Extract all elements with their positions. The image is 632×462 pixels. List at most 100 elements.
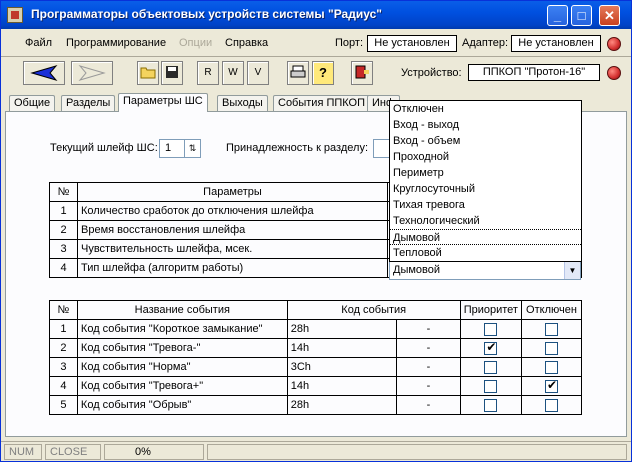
tab-loop-params[interactable]: Параметры ШС	[118, 93, 208, 112]
event-disabled-cell	[520, 319, 583, 339]
event-disabled-cell	[520, 395, 583, 415]
table-row[interactable]: 2 Код события "Тревога-" 14h -	[49, 338, 583, 358]
disabled-checkbox[interactable]	[544, 322, 558, 336]
event-num: 2	[49, 338, 78, 358]
dropdown-option[interactable]: Отключен	[390, 101, 581, 117]
window-title: Программаторы объектовых устройств систе…	[31, 7, 382, 21]
table-row[interactable]: 3 Код события "Норма" 3Ch -	[49, 357, 583, 377]
event-code[interactable]: 28h	[286, 319, 398, 339]
event-code-sep: -	[396, 338, 461, 358]
event-code[interactable]: 3Ch	[286, 357, 398, 377]
app-icon	[7, 7, 23, 23]
exit-icon[interactable]	[351, 61, 373, 85]
status-close: CLOSE	[45, 444, 101, 460]
priority-checkbox[interactable]	[484, 379, 498, 393]
params-name: Тип шлейфа (алгоритм работы)	[77, 258, 388, 278]
event-code[interactable]: 14h	[286, 376, 398, 396]
close-button[interactable]: ✕	[599, 5, 620, 26]
event-name: Код события "Тревога+"	[76, 376, 288, 396]
chevron-down-icon[interactable]: ▼	[564, 262, 580, 279]
device-led-icon	[607, 66, 621, 80]
maximize-button[interactable]: □	[571, 5, 592, 26]
status-progress: 0%	[104, 444, 204, 460]
menu-options[interactable]: Опции	[179, 37, 212, 49]
event-name: Код события "Норма"	[76, 357, 288, 377]
event-num: 3	[49, 357, 78, 377]
priority-checkbox[interactable]	[484, 398, 498, 412]
priority-checkbox[interactable]	[484, 340, 498, 355]
event-code[interactable]: 28h	[286, 395, 398, 415]
event-priority-cell	[459, 338, 522, 358]
dropdown-option[interactable]: Технологический	[390, 213, 581, 229]
verify-device-icon[interactable]: V	[247, 61, 269, 85]
event-disabled-cell	[520, 357, 583, 377]
help-icon[interactable]: ?	[312, 61, 334, 85]
disabled-checkbox[interactable]	[544, 360, 558, 374]
priority-checkbox[interactable]	[484, 322, 498, 336]
dropdown-option[interactable]: Вход - объем	[390, 133, 581, 149]
status-message	[207, 444, 627, 460]
device-value: ППКОП "Протон-16"	[468, 64, 600, 81]
dropdown-option[interactable]: Круглосуточный	[390, 181, 581, 197]
adapter-led-icon	[607, 37, 621, 51]
table-row[interactable]: 4 Код события "Тревога+" 14h -	[49, 376, 583, 396]
priority-checkbox[interactable]	[484, 360, 498, 374]
tab-outputs[interactable]: Выходы	[217, 95, 268, 112]
event-code-sep: -	[396, 376, 461, 396]
event-code-sep: -	[396, 395, 461, 415]
dropdown-option[interactable]: Вход - выход	[390, 117, 581, 133]
menu-file[interactable]: Файл	[25, 37, 52, 49]
params-name: Время восстановления шлейфа	[77, 220, 388, 240]
current-loop-spinner[interactable]: 1 ⇅	[159, 139, 201, 158]
port-label: Порт:	[335, 37, 363, 49]
open-folder-icon[interactable]	[137, 61, 159, 85]
menu-programming[interactable]: Программирование	[66, 37, 166, 49]
dropdown-option[interactable]: Периметр	[390, 165, 581, 181]
table-row[interactable]: 1 Код события "Короткое замыкание" 28h -	[49, 319, 583, 339]
disabled-checkbox[interactable]	[544, 378, 558, 393]
dropdown-option[interactable]: Тепловой	[390, 245, 581, 261]
event-name: Код события "Обрыв"	[76, 395, 288, 415]
event-disabled-cell	[520, 338, 583, 358]
adapter-label: Адаптер:	[462, 37, 509, 49]
disabled-checkbox[interactable]	[544, 341, 558, 355]
menu-help[interactable]: Справка	[225, 37, 268, 49]
status-bar: NUM CLOSE 0%	[1, 441, 631, 461]
params-num: 4	[49, 258, 78, 278]
loop-type-dropdown: Отключен Вход - выход Вход - объем Прохо…	[389, 100, 582, 262]
event-disabled-cell	[520, 376, 583, 396]
save-icon[interactable]	[161, 61, 183, 85]
event-priority-cell	[459, 376, 522, 396]
forward-button[interactable]	[71, 61, 113, 85]
event-code[interactable]: 14h	[286, 338, 398, 358]
current-loop-value: 1	[165, 142, 172, 154]
events-header-name: Название события	[76, 300, 288, 320]
event-name: Код события "Короткое замыкание"	[76, 319, 288, 339]
minimize-button[interactable]: _	[547, 5, 568, 26]
params-name: Количество сработок до отключения шлейфа	[77, 201, 388, 221]
device-label: Устройство:	[401, 67, 462, 79]
loop-type-select[interactable]: Дымовой ▼	[389, 261, 581, 280]
print-icon[interactable]	[287, 61, 309, 85]
back-button[interactable]	[23, 61, 65, 85]
dropdown-option[interactable]: Тихая тревога	[390, 197, 581, 213]
title-bar[interactable]: Программаторы объектовых устройств систе…	[1, 1, 631, 29]
dropdown-option[interactable]: Проходной	[390, 149, 581, 165]
main-window: Программаторы объектовых устройств систе…	[0, 0, 632, 462]
write-device-icon[interactable]: W	[222, 61, 244, 85]
event-priority-cell	[459, 357, 522, 377]
table-row[interactable]: 5 Код события "Обрыв" 28h -	[49, 395, 583, 415]
event-num: 1	[49, 319, 78, 339]
tab-partitions[interactable]: Разделы	[61, 95, 116, 112]
read-device-icon[interactable]: R	[197, 61, 219, 85]
params-header-num: №	[49, 182, 78, 202]
dropdown-option-selected[interactable]: Дымовой	[390, 229, 581, 245]
spinner-arrows-icon[interactable]: ⇅	[184, 140, 200, 157]
tab-general[interactable]: Общие	[9, 95, 56, 112]
params-header-name: Параметры	[77, 182, 388, 202]
events-table: № Название события Код события Приоритет…	[49, 300, 583, 415]
disabled-checkbox[interactable]	[544, 398, 558, 412]
tab-panel-events[interactable]: События ППКОП	[273, 95, 371, 112]
event-code-sep: -	[396, 319, 461, 339]
params-num: 2	[49, 220, 78, 240]
